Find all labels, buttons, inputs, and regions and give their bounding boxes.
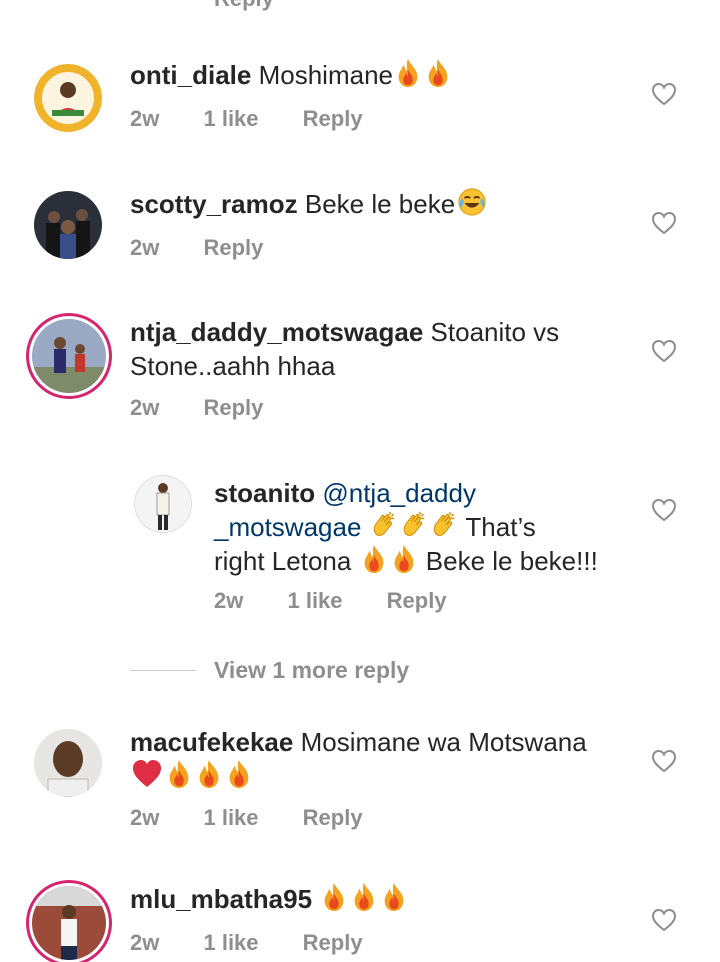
red-heart-emoji xyxy=(131,759,163,789)
comment-body: scotty_ramoz Beke le beke xyxy=(130,187,489,221)
comment-meta: 2w Reply xyxy=(130,395,301,421)
username[interactable]: onti_diale xyxy=(130,60,251,90)
avatar[interactable] xyxy=(34,64,102,132)
comment-age: 2w xyxy=(130,106,160,131)
like-count[interactable]: 1 like xyxy=(203,805,258,831)
clap-emoji xyxy=(400,510,428,540)
avatar-image xyxy=(32,319,106,393)
fire-emoji xyxy=(350,882,378,912)
comment-age: 2w xyxy=(214,588,244,613)
avatar-with-story[interactable] xyxy=(32,319,106,393)
comment-age: 2w xyxy=(130,235,160,260)
avatar[interactable] xyxy=(135,476,191,532)
divider-line xyxy=(130,669,196,671)
comment-text: Moshimane xyxy=(258,60,393,90)
fire-emoji xyxy=(165,759,193,789)
comment-body: macufekekae Mosimane wa Motswana xyxy=(130,725,587,793)
fire-emoji xyxy=(360,544,388,574)
like-heart-icon[interactable] xyxy=(651,908,677,932)
username[interactable]: macufekekae xyxy=(130,727,293,757)
reply-meta: 2w 1 like Reply xyxy=(214,588,485,614)
comment-text-line1: Stoanito vs xyxy=(430,317,560,347)
reply-button[interactable]: Reply xyxy=(303,930,363,956)
view-more-replies[interactable]: View 1 more reply xyxy=(130,655,409,685)
comment-meta: 2w 1 like Reply xyxy=(130,106,401,132)
like-count[interactable]: 1 like xyxy=(203,106,258,132)
clap-emoji xyxy=(430,510,458,540)
fire-emoji xyxy=(225,759,253,789)
avatar-image xyxy=(32,886,106,960)
reply-body: stoanito @ntja_daddy _motswagae That’s r… xyxy=(214,476,598,578)
fire-emoji xyxy=(380,882,408,912)
avatar-image xyxy=(34,729,102,797)
like-heart-icon[interactable] xyxy=(651,498,677,522)
reply-text-a: That’s xyxy=(465,512,536,542)
like-count[interactable]: 1 like xyxy=(287,588,342,614)
fire-emoji xyxy=(390,544,418,574)
comment-body: onti_diale Moshimane xyxy=(130,58,453,92)
fire-emoji xyxy=(394,58,422,88)
reply-button[interactable]: Reply xyxy=(203,235,263,261)
reply-button[interactable]: Reply xyxy=(303,106,363,132)
comment-age: 2w xyxy=(130,805,160,830)
avatar-image xyxy=(34,64,102,132)
username[interactable]: ntja_daddy_motswagae xyxy=(130,317,423,347)
comment-meta: 2w Reply xyxy=(130,235,301,261)
fire-emoji xyxy=(424,58,452,88)
comment-meta: 2w 1 like Reply xyxy=(130,805,401,831)
avatar-image xyxy=(135,476,191,532)
like-heart-icon[interactable] xyxy=(651,82,677,106)
fire-emoji xyxy=(195,759,223,789)
username[interactable]: scotty_ramoz xyxy=(130,189,298,219)
reply-text-c: Beke le beke!!! xyxy=(425,546,598,576)
reply-button[interactable]: Reply xyxy=(203,395,263,421)
reply-button[interactable]: Reply xyxy=(303,805,363,831)
comment-text-line2: Stone..aahh hhaa xyxy=(130,351,336,381)
joy-emoji xyxy=(456,187,488,217)
comment-text: Mosimane wa Motswana xyxy=(300,727,587,757)
like-heart-icon[interactable] xyxy=(651,339,677,363)
fire-emoji xyxy=(320,882,348,912)
comment-text: Beke le beke xyxy=(304,189,456,219)
comment-meta: 2w 1 like Reply xyxy=(130,930,401,956)
username[interactable]: stoanito xyxy=(214,478,315,508)
mention-link-cont[interactable]: _motswagae xyxy=(214,512,361,542)
like-count[interactable]: 1 like xyxy=(203,930,258,956)
reply-text-b: right Letona xyxy=(214,546,352,576)
username[interactable]: mlu_mbatha95 xyxy=(130,884,312,914)
comment-age: 2w xyxy=(130,395,160,420)
comment-body: ntja_daddy_motswagae Stoanito vs Stone..… xyxy=(130,315,559,383)
mention-link[interactable]: @ntja_daddy xyxy=(322,478,476,508)
like-heart-icon[interactable] xyxy=(651,211,677,235)
clap-emoji xyxy=(370,510,398,540)
reply-button[interactable]: Reply xyxy=(387,588,447,614)
like-heart-icon[interactable] xyxy=(651,749,677,773)
comment-body: mlu_mbatha95 xyxy=(130,882,409,916)
avatar[interactable] xyxy=(34,729,102,797)
comment-age: 2w xyxy=(130,930,160,955)
avatar-image xyxy=(34,191,102,259)
avatar-with-story[interactable] xyxy=(32,886,106,960)
avatar[interactable] xyxy=(34,191,102,259)
previous-reply-link[interactable]: Reply xyxy=(214,0,274,12)
view-more-replies-label[interactable]: View 1 more reply xyxy=(214,657,409,684)
